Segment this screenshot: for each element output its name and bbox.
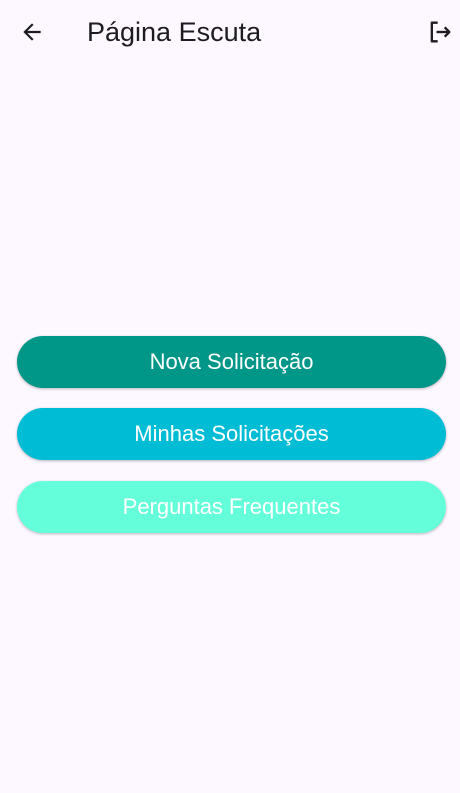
minhas-solicitacoes-button[interactable]: Minhas Solicitações	[17, 408, 446, 460]
logout-icon	[430, 21, 451, 43]
app-bar: Página Escuta	[0, 0, 460, 64]
nova-solicitacao-label: Nova Solicitação	[149, 349, 314, 374]
minhas-solicitacoes-label: Minhas Solicitações	[134, 421, 329, 446]
perguntas-frequentes-label: Perguntas Frequentes	[122, 494, 341, 519]
back-button[interactable]	[16, 16, 48, 48]
nova-solicitacao-button[interactable]: Nova Solicitação	[17, 336, 446, 388]
perguntas-frequentes-button[interactable]: Perguntas Frequentes	[17, 481, 446, 533]
page-title: Página Escuta	[87, 17, 262, 47]
logout-button[interactable]	[424, 16, 456, 48]
arrow-left-icon	[23, 23, 41, 41]
